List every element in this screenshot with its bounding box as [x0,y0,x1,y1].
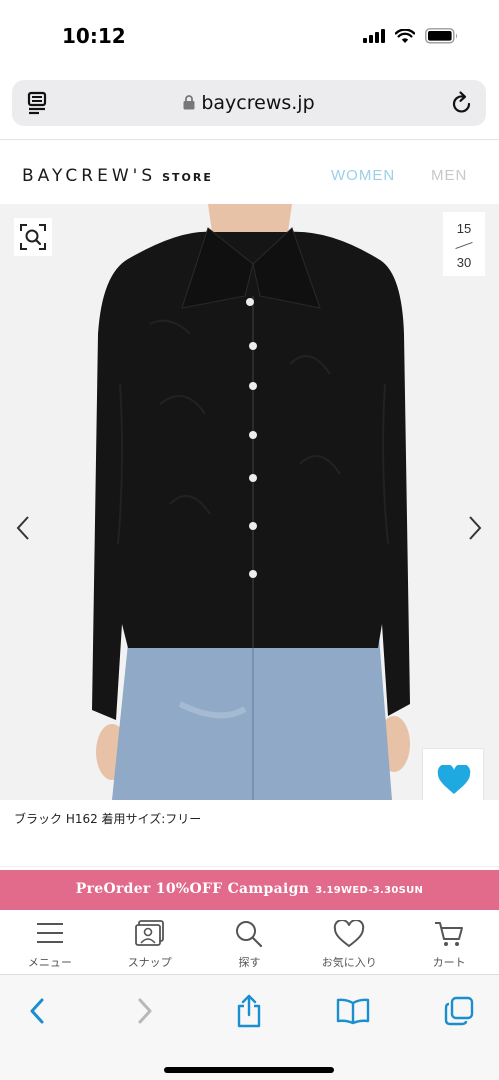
address-bar[interactable]: baycrews.jp [12,80,486,126]
product-image-carousel[interactable]: 15 30 337 [0,204,499,800]
snap-icon [134,920,164,946]
url-text[interactable]: baycrews.jp [12,92,486,115]
site-nav-snap-label: スナップ [127,956,172,969]
back-icon [30,998,44,1024]
site-nav-snap[interactable]: スナップ [100,910,200,974]
site-nav-favorites-label: お気に入り [321,956,377,969]
favorite-button[interactable]: 337 [422,748,484,800]
search-icon [236,921,263,948]
image-counter: 15 30 [443,212,485,276]
site-nav-search[interactable]: 探す [200,910,300,974]
site-nav-cart-label: カート [432,956,466,969]
wifi-icon [395,28,415,43]
logo-text: BAYCREW'S [22,166,157,186]
url-domain: baycrews.jp [201,92,315,114]
carousel-prev-button[interactable] [14,514,32,547]
site-logo[interactable]: BAYCREW'S STORE [22,166,213,186]
forward-button[interactable] [125,993,165,1029]
heart-outline-icon [334,920,365,948]
site-bottom-nav: メニュー スナップ 探す お気に入り カート [0,910,499,974]
status-time: 10:12 [62,24,126,48]
promo-text: PreOrder 10%OFF Campaign [75,881,310,897]
nav-women[interactable]: WOMEN [331,167,395,184]
status-bar: 10:12 [0,0,499,72]
share-button[interactable] [229,993,269,1029]
site-nav-search-label: 探す [238,956,261,969]
product-caption: ブラック H162 着用サイズ:フリー [14,812,202,826]
menu-icon [36,923,63,943]
zoom-button[interactable] [14,218,52,256]
chevron-left-icon [16,516,29,540]
lock-icon [183,93,195,115]
promo-banner[interactable]: PreOrder 10%OFF Campaign 3.19WED-3.30SUN [0,870,499,910]
bookmarks-icon [336,998,370,1025]
safari-toolbar [0,974,499,1080]
page: 10:12 baycrews.jp BAYCREW'S STORE WOMEN … [0,0,499,1080]
back-button[interactable] [17,993,57,1029]
divider [0,866,499,867]
site-nav-cart[interactable]: カート [399,910,499,974]
cart-icon [435,922,464,946]
home-indicator [164,1067,334,1073]
cellular-signal-icon [363,29,385,43]
heart-icon [437,765,471,794]
site-header: BAYCREW'S STORE WOMEN MEN [0,140,499,204]
bookmarks-button[interactable] [333,993,373,1029]
tabs-button[interactable] [439,993,479,1029]
site-nav-menu[interactable]: メニュー [0,910,100,974]
zoom-icon [20,224,46,250]
product-photo [92,204,410,800]
tabs-icon [444,996,474,1026]
site-nav-favorites[interactable]: お気に入り [299,910,399,974]
reload-icon[interactable] [450,90,474,116]
logo-suffix: STORE [162,171,213,184]
counter-divider [455,241,473,250]
promo-dates: 3.19WED-3.30SUN [315,885,424,896]
forward-icon [138,998,152,1024]
site-nav-menu-label: メニュー [27,956,72,969]
carousel-next-button[interactable] [466,514,484,547]
chevron-right-icon [469,516,482,540]
nav-men[interactable]: MEN [431,167,467,184]
share-icon [237,994,261,1028]
status-icons [363,28,459,44]
promo-text-line: PreOrder 10%OFF Campaign 3.19WED-3.30SUN [0,881,499,897]
image-counter-total: 30 [456,255,472,270]
battery-icon [425,28,457,44]
image-counter-current: 15 [456,221,472,236]
